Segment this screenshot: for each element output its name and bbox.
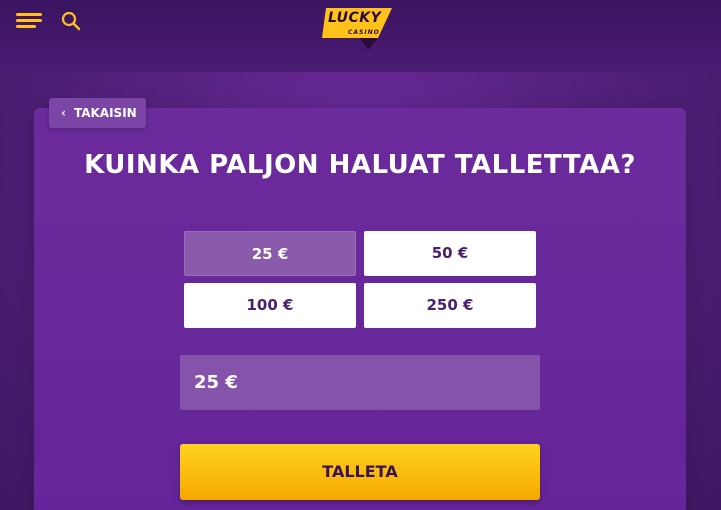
amount-options: 25 € 50 € 100 € 250 €	[184, 231, 536, 328]
amount-option-100[interactable]: 100 €	[184, 283, 356, 328]
top-bar: LUCKY CASINO	[0, 0, 721, 72]
amount-option-250[interactable]: 250 €	[364, 283, 536, 328]
page-title: KUINKA PALJON HALUAT TALLETTAA?	[84, 150, 636, 180]
deposit-button[interactable]: TALLETA	[180, 444, 540, 500]
amount-option-25[interactable]: 25 €	[184, 231, 356, 276]
hamburger-menu-icon[interactable]	[16, 10, 44, 32]
search-icon[interactable]	[60, 10, 82, 32]
back-button-label: TAKAISIN	[73, 106, 137, 120]
lucky-casino-logo[interactable]: LUCKY CASINO	[320, 4, 396, 52]
logo-text: LUCKY	[328, 10, 382, 26]
amount-option-50[interactable]: 50 €	[364, 231, 536, 276]
back-button[interactable]: ‹ TAKAISIN	[49, 98, 146, 128]
logo-subtext: CASINO	[348, 29, 380, 36]
chevron-left-icon: ‹	[61, 106, 66, 120]
amount-input[interactable]: 25 €	[180, 355, 540, 410]
